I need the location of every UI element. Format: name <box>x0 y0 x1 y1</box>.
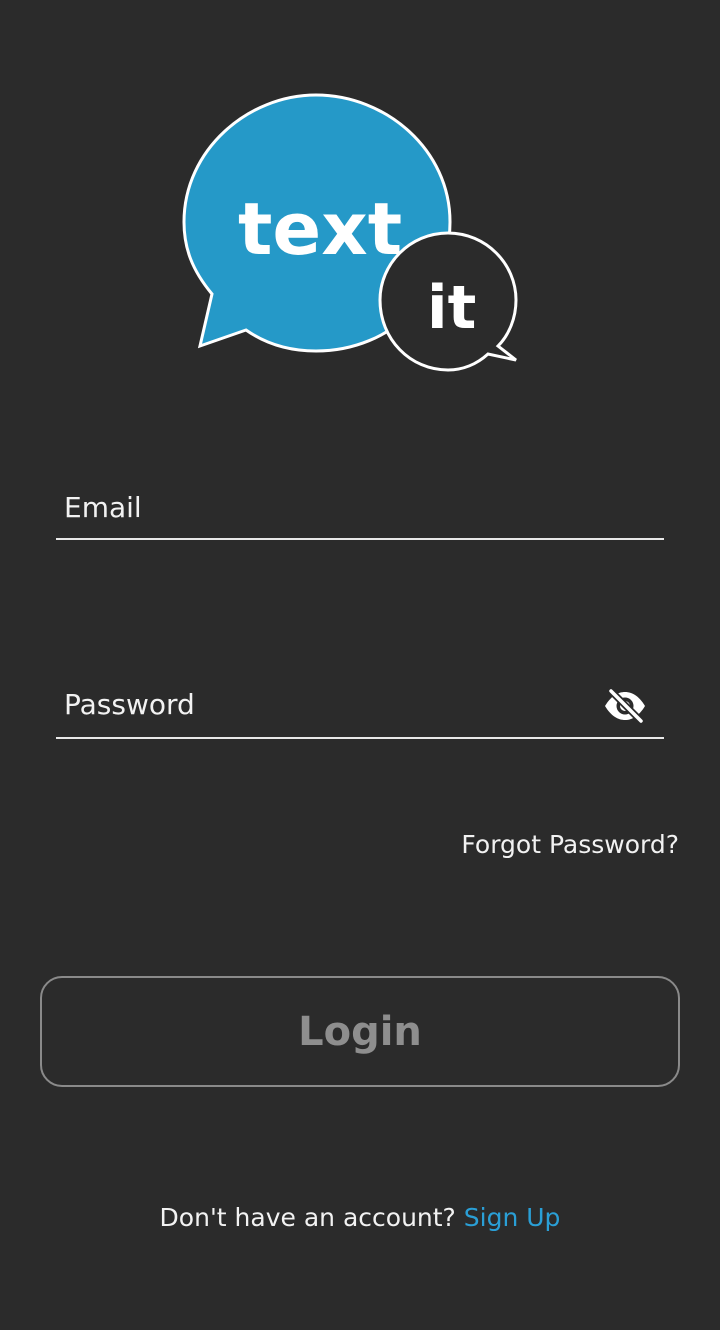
password-input[interactable] <box>56 682 664 737</box>
email-field <box>56 486 664 540</box>
login-button[interactable]: Login <box>40 976 680 1087</box>
email-input[interactable] <box>56 486 664 538</box>
login-screen: text it Forgot Password? Login Don't hav… <box>0 0 720 1330</box>
password-field <box>56 682 664 739</box>
signup-row: Don't have an account? Sign Up <box>0 1203 720 1232</box>
logo-main-text: text <box>238 187 402 271</box>
logo-sub-text: it <box>427 273 476 343</box>
eye-off-icon <box>605 689 645 723</box>
signup-prompt: Don't have an account? <box>159 1203 464 1232</box>
signup-link[interactable]: Sign Up <box>464 1203 561 1232</box>
password-visibility-toggle[interactable] <box>602 686 648 726</box>
forgot-password-link[interactable]: Forgot Password? <box>461 830 679 859</box>
app-logo: text it <box>180 92 525 377</box>
logo-graphic: text it <box>182 93 518 372</box>
